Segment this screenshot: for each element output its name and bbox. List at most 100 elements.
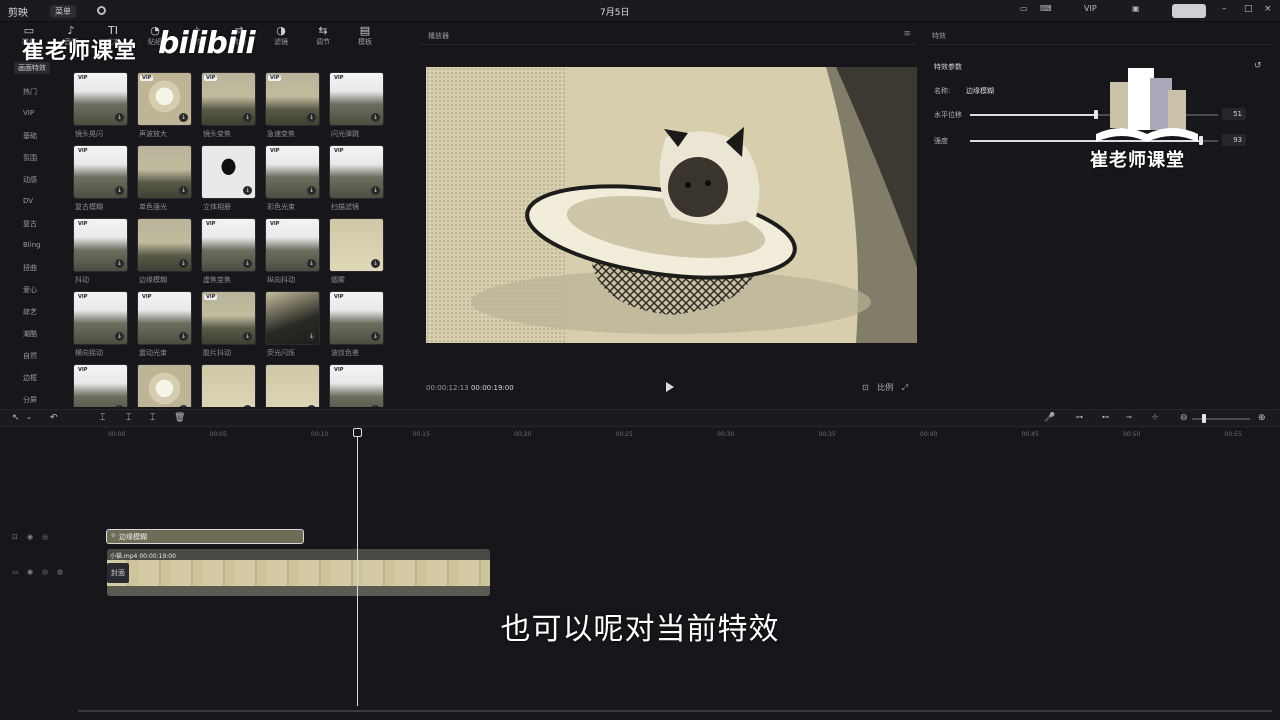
effect-card[interactable]: VIP ↓ 镜头变焦	[201, 72, 256, 139]
download-icon[interactable]: ↓	[371, 405, 380, 407]
category-item[interactable]: 基础	[23, 131, 37, 141]
magnet-icon[interactable]: ⊹	[1152, 413, 1158, 421]
effect-card[interactable]: VIP ↓ 震动光束	[137, 291, 192, 358]
effect-card[interactable]: VIP ↓ 纵向抖动	[265, 218, 320, 285]
effect-card[interactable]: ↓ 烟雾	[329, 218, 384, 285]
timeline-scrollbar[interactable]	[78, 710, 1272, 712]
download-icon[interactable]: ↓	[179, 113, 188, 122]
category-item[interactable]: 边框	[23, 373, 37, 383]
category-item[interactable]: Bling	[23, 241, 41, 249]
download-icon[interactable]: ↓	[179, 405, 188, 407]
effect-card[interactable]: VIP ↓ 横向摇动	[73, 291, 128, 358]
effect-card[interactable]: VIP ↓	[73, 364, 128, 407]
effect-card[interactable]: VIP ↓ 声波放大	[137, 72, 192, 139]
category-active-tag[interactable]: 画面特效	[14, 62, 50, 74]
category-item[interactable]: 扭曲	[23, 263, 37, 273]
category-item[interactable]: 热门	[23, 87, 37, 97]
effect-card[interactable]: ↓ 立体相册	[201, 145, 256, 212]
main-track-eye-icon[interactable]: ◎	[42, 568, 48, 576]
category-item[interactable]: 动感	[23, 175, 37, 185]
reset-icon[interactable]: ↺	[1254, 61, 1262, 71]
category-item[interactable]: 复古	[23, 219, 37, 229]
link-icon[interactable]: ⊶	[1076, 413, 1083, 421]
fit-icon[interactable]: ⊡	[862, 383, 869, 392]
category-item[interactable]: DV	[23, 197, 33, 205]
play-button[interactable]	[666, 382, 674, 392]
download-icon[interactable]: ↓	[243, 186, 252, 195]
download-icon[interactable]: ↓	[115, 332, 124, 341]
download-icon[interactable]: ↓	[243, 405, 252, 407]
player-menu-icon[interactable]: ≡	[903, 29, 911, 39]
snap-icon[interactable]: ⊸	[1126, 413, 1132, 421]
zoom-knob[interactable]	[1202, 414, 1206, 423]
download-icon[interactable]: ↓	[371, 259, 380, 268]
download-icon[interactable]: ↓	[371, 186, 380, 195]
vip-button[interactable]: VIP	[1084, 4, 1097, 13]
category-item[interactable]: VIP	[23, 109, 34, 117]
layout-icon[interactable]: ▭	[1020, 4, 1028, 13]
download-icon[interactable]: ↓	[115, 259, 124, 268]
playhead-line[interactable]	[357, 428, 358, 706]
timeline-ruler[interactable]: 00:00 00:05 00:10 00:15 00:20 00:25 00:30 00:35…	[0, 428, 1280, 442]
minimize-button[interactable]: –	[1222, 4, 1227, 14]
download-icon[interactable]: ↓	[179, 186, 188, 195]
effect-card[interactable]: ↓	[137, 364, 192, 407]
effect-card[interactable]: VIP ↓ 胶片抖动	[201, 291, 256, 358]
split-icon[interactable]: ⌶	[100, 413, 105, 423]
effect-card[interactable]: ↓ 边缘模糊	[137, 218, 192, 285]
video-clip[interactable]: 小猫.mp4 00:00:19:00	[107, 549, 490, 596]
split-left-icon[interactable]: ⌶	[126, 413, 131, 423]
download-icon[interactable]: ↓	[243, 332, 252, 341]
effect-card[interactable]: ↓	[201, 364, 256, 407]
effect-clip[interactable]: ✧ 边缘模糊	[106, 529, 304, 544]
category-item[interactable]: 潮酷	[23, 329, 37, 339]
download-icon[interactable]: ↓	[115, 113, 124, 122]
category-item[interactable]: 自然	[23, 351, 37, 361]
track-lock-icon[interactable]: ⊡	[12, 533, 18, 541]
delete-icon[interactable]: 🗑	[174, 413, 185, 423]
download-icon[interactable]: ↓	[243, 259, 252, 268]
download-icon[interactable]: ↓	[307, 186, 316, 195]
horizontal-offset-input[interactable]: 51	[1222, 108, 1246, 120]
download-icon[interactable]: ↓	[307, 332, 316, 341]
effect-card[interactable]: VIP ↓ 急速变焦	[265, 72, 320, 139]
intensity-input[interactable]: 93	[1222, 134, 1246, 146]
mic-icon[interactable]: 🎤	[1044, 413, 1055, 423]
effect-card[interactable]: VIP ↓	[329, 364, 384, 407]
select-tool-icon[interactable]: ↖	[12, 413, 20, 423]
effect-card[interactable]: VIP ↓ 镜头晃闪	[73, 72, 128, 139]
track-eye-icon[interactable]: ◉	[27, 533, 33, 541]
download-icon[interactable]: ↓	[371, 113, 380, 122]
category-item[interactable]: 爱心	[23, 285, 37, 295]
export-button[interactable]	[1172, 4, 1206, 18]
main-track-audio-icon[interactable]: ◍	[57, 568, 63, 576]
effect-card[interactable]: ↓ 荧光闪烁	[265, 291, 320, 358]
download-icon[interactable]: ↓	[115, 186, 124, 195]
download-icon[interactable]: ↓	[115, 405, 124, 407]
close-button[interactable]: ×	[1264, 4, 1272, 14]
fullscreen-icon[interactable]: ⤢	[902, 383, 908, 392]
select-dropdown-icon[interactable]: ⌄	[26, 413, 32, 421]
effect-card[interactable]: VIP ↓ 波纹色差	[329, 291, 384, 358]
main-track-lock-icon[interactable]: ◉	[27, 568, 33, 576]
download-icon[interactable]: ↓	[179, 259, 188, 268]
tab-6[interactable]: ◑ 滤镜	[264, 24, 298, 47]
effect-card[interactable]: VIP ↓ 复古模糊	[73, 145, 128, 212]
download-icon[interactable]: ↓	[307, 113, 316, 122]
category-item[interactable]: 分屏	[23, 395, 37, 405]
tab-7[interactable]: ⇆ 调节	[306, 24, 340, 47]
playhead-handle[interactable]	[353, 428, 362, 437]
zoom-out-icon[interactable]: ⊖	[1180, 413, 1188, 423]
shortcut-icon[interactable]: ⌨	[1040, 4, 1052, 13]
settings-icon[interactable]	[97, 6, 106, 15]
tab-8[interactable]: ▤ 模板	[348, 24, 382, 47]
category-item[interactable]: 综艺	[23, 307, 37, 317]
category-item[interactable]: 氛围	[23, 153, 37, 163]
video-preview[interactable]	[426, 67, 917, 343]
main-track-icon[interactable]: ▭	[12, 568, 19, 576]
effect-card[interactable]: VIP ↓ 虚焦变焦	[201, 218, 256, 285]
download-icon[interactable]: ↓	[371, 332, 380, 341]
zoom-in-icon[interactable]: ⊕	[1258, 413, 1266, 423]
cover-button[interactable]: 封面	[107, 563, 129, 583]
preview-axis-icon[interactable]: ⊷	[1102, 413, 1109, 421]
